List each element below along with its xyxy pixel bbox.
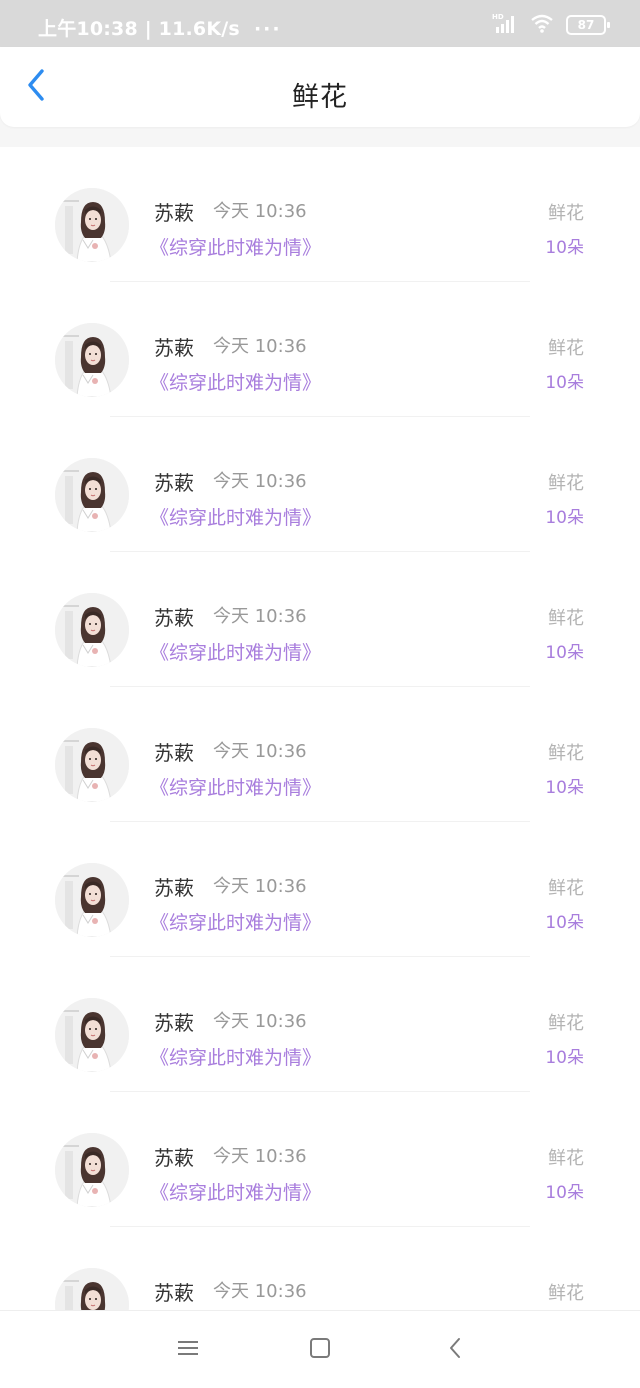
avatar[interactable] xyxy=(55,863,129,937)
network-speed: 11.6K/s xyxy=(158,18,240,40)
sender-name: 苏蔌 xyxy=(154,606,194,630)
gift-type: 鲜花 xyxy=(548,1283,584,1304)
send-time: 今天 10:36 xyxy=(213,336,307,357)
gift-type: 鲜花 xyxy=(548,1013,584,1034)
gift-count: 10朵 xyxy=(545,1048,584,1068)
avatar[interactable] xyxy=(55,188,129,262)
avatar[interactable] xyxy=(55,323,129,397)
list-item[interactable]: 苏蔌 今天 10:36 《综穿此时难为情》 鲜花 10朵 xyxy=(0,687,640,822)
back-nav-button[interactable] xyxy=(440,1335,470,1365)
flower-record-list: 苏蔌 今天 10:36 《综穿此时难为情》 鲜花 10朵 苏蔌 今天 10:36… xyxy=(0,147,640,1310)
book-title[interactable]: 《综穿此时难为情》 xyxy=(150,638,321,665)
sender-name: 苏蔌 xyxy=(154,471,194,495)
list-item[interactable]: 苏蔌 今天 10:36 《综穿此时难为情》 鲜花 10朵 xyxy=(0,282,640,417)
list-item[interactable]: 苏蔌 今天 10:36 《综穿此时难为情》 鲜花 10朵 xyxy=(0,957,640,1092)
list-item[interactable]: 苏蔌 今天 10:36 《综穿此时难为情》 鲜花 10朵 xyxy=(0,147,640,282)
avatar[interactable] xyxy=(55,1133,129,1207)
sender-name: 苏蔌 xyxy=(154,1281,194,1305)
send-time: 今天 10:36 xyxy=(213,606,307,627)
more-dots: ··· xyxy=(253,18,282,40)
avatar[interactable] xyxy=(55,728,129,802)
list-item[interactable]: 苏蔌 今天 10:36 鲜花 xyxy=(0,1227,640,1310)
book-title[interactable]: 《综穿此时难为情》 xyxy=(150,1043,321,1070)
send-time: 今天 10:36 xyxy=(213,1011,307,1032)
page-title: 鲜花 xyxy=(292,82,348,113)
avatar[interactable] xyxy=(55,593,129,667)
status-left: 上午10:38 | 11.6K/s ··· xyxy=(38,18,282,40)
gift-count: 10朵 xyxy=(545,508,584,528)
battery-icon: 87 xyxy=(566,15,610,35)
list-item[interactable]: 苏蔌 今天 10:36 《综穿此时难为情》 鲜花 10朵 xyxy=(0,1092,640,1227)
list-item[interactable]: 苏蔌 今天 10:36 《综穿此时难为情》 鲜花 10朵 xyxy=(0,822,640,957)
header: 鲜花 xyxy=(0,47,640,127)
gift-type: 鲜花 xyxy=(548,203,584,224)
gift-type: 鲜花 xyxy=(548,1148,584,1169)
status-time: 上午10:38 xyxy=(38,18,138,40)
sender-name: 苏蔌 xyxy=(154,201,194,225)
gift-type: 鲜花 xyxy=(548,473,584,494)
gift-count: 10朵 xyxy=(545,373,584,393)
status-right: HD 87 xyxy=(492,12,610,38)
book-title[interactable]: 《综穿此时难为情》 xyxy=(150,233,321,260)
sender-name: 苏蔌 xyxy=(154,876,194,900)
sender-name: 苏蔌 xyxy=(154,336,194,360)
sender-name: 苏蔌 xyxy=(154,741,194,765)
gift-count: 10朵 xyxy=(545,1183,584,1203)
avatar[interactable] xyxy=(55,998,129,1072)
book-title[interactable]: 《综穿此时难为情》 xyxy=(150,368,321,395)
gift-type: 鲜花 xyxy=(548,338,584,359)
home-square-icon xyxy=(309,1337,331,1363)
wifi-icon xyxy=(530,13,554,37)
list-item[interactable]: 苏蔌 今天 10:36 《综穿此时难为情》 鲜花 10朵 xyxy=(0,552,640,687)
menu-icon xyxy=(177,1339,199,1361)
status-bar: 上午10:38 | 11.6K/s ··· HD 87 xyxy=(0,0,640,47)
menu-button[interactable] xyxy=(173,1335,203,1365)
book-title[interactable]: 《综穿此时难为情》 xyxy=(150,773,321,800)
book-title[interactable]: 《综穿此时难为情》 xyxy=(150,1178,321,1205)
gift-count: 10朵 xyxy=(545,778,584,798)
gift-count: 10朵 xyxy=(545,643,584,663)
book-title[interactable]: 《综穿此时难为情》 xyxy=(150,908,321,935)
send-time: 今天 10:36 xyxy=(213,1281,307,1302)
system-nav-bar xyxy=(0,1310,640,1388)
signal-icon: HD xyxy=(492,12,518,38)
gift-count: 10朵 xyxy=(545,238,584,258)
sender-name: 苏蔌 xyxy=(154,1146,194,1170)
gift-type: 鲜花 xyxy=(548,608,584,629)
sender-name: 苏蔌 xyxy=(154,1011,194,1035)
list-item[interactable]: 苏蔌 今天 10:36 《综穿此时难为情》 鲜花 10朵 xyxy=(0,417,640,552)
back-triangle-icon xyxy=(447,1337,463,1363)
send-time: 今天 10:36 xyxy=(213,741,307,762)
send-time: 今天 10:36 xyxy=(213,201,307,222)
home-button[interactable] xyxy=(305,1335,335,1365)
gift-type: 鲜花 xyxy=(548,878,584,899)
avatar[interactable] xyxy=(55,458,129,532)
send-time: 今天 10:36 xyxy=(213,876,307,897)
gift-count: 10朵 xyxy=(545,913,584,933)
book-title[interactable]: 《综穿此时难为情》 xyxy=(150,503,321,530)
gift-type: 鲜花 xyxy=(548,743,584,764)
hd-label: HD xyxy=(492,13,504,21)
avatar[interactable] xyxy=(55,1268,129,1310)
send-time: 今天 10:36 xyxy=(213,1146,307,1167)
send-time: 今天 10:36 xyxy=(213,471,307,492)
